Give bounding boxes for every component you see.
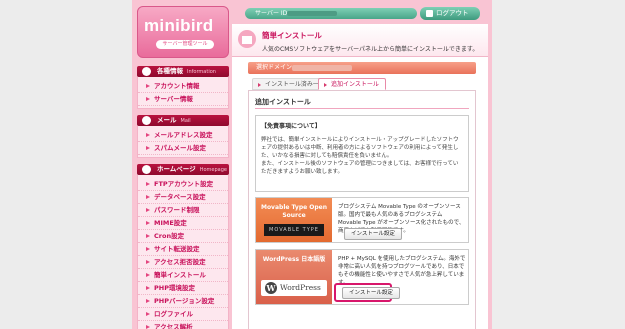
app-name: Movable Type Open Source — [260, 204, 328, 219]
wordpress-banner: WordPress 日本語版 W WordPress — [256, 250, 332, 304]
add-install-panel: 追加インストール 【免責事項について】 弊社では、簡単インストールによりインスト… — [248, 90, 476, 329]
sidebar-item-easy-install[interactable]: 簡単インストール — [138, 269, 228, 282]
app-name: WordPress 日本語版 — [262, 256, 326, 263]
disclaimer-text: 弊社では、簡単インストールによりインストール・アップグレードしたソフトウェアの提… — [261, 137, 459, 159]
app-wordpress: WordPress 日本語版 W WordPress PHP + MySQL を使… — [255, 249, 469, 305]
wordpress-logo: W WordPress — [261, 280, 327, 296]
sidebar-item-logfile[interactable]: ログファイル — [138, 308, 228, 321]
sidebar-item-cron[interactable]: Cron設定 — [138, 230, 228, 243]
logout-label: ログアウト — [436, 9, 469, 17]
sidebar-item-access-analysis[interactable]: アクセス解析 — [138, 321, 228, 329]
main-content: 簡単インストール 人気のCMSソフトウェアをサーバーパネル上から簡単にインストー… — [232, 24, 488, 329]
sidebar-item-mime[interactable]: MIME設定 — [138, 217, 228, 230]
logo-subtitle: サーバー管理ツール — [156, 40, 214, 49]
server-id-label: サーバー ID — [255, 10, 288, 17]
sidebar-item-redirect[interactable]: サイト転送設定 — [138, 243, 228, 256]
disclaimer-title: 【免責事項について】 — [261, 123, 321, 130]
app-movable-type: Movable Type Open Source MOVABLE TYPE ブロ… — [255, 197, 469, 243]
sidebar-item-server[interactable]: サーバー情報 — [138, 93, 228, 106]
sidebar-item-ftp[interactable]: FTPアカウント設定 — [138, 178, 228, 191]
sidebar-item-database[interactable]: データベース設定 — [138, 191, 228, 204]
logout-icon — [426, 10, 433, 17]
sidebar-item-php-env[interactable]: PHP環境設定 — [138, 282, 228, 295]
sidebar-item-account[interactable]: アカウント情報 — [138, 80, 228, 93]
page-description: 人気のCMSソフトウェアをサーバーパネル上から簡単にインストールできます。 — [262, 46, 479, 53]
panel-title: 追加インストール — [255, 98, 311, 106]
movable-type-banner: Movable Type Open Source MOVABLE TYPE — [256, 198, 332, 242]
mail-icon — [142, 116, 151, 125]
page-header: 簡単インストール 人気のCMSソフトウェアをサーバーパネル上から簡単にインストー… — [232, 24, 488, 57]
logo-text: minibird — [144, 16, 214, 35]
movable-type-logo: MOVABLE TYPE — [264, 224, 324, 236]
sidebar-item-password[interactable]: パスワード制限 — [138, 204, 228, 217]
sidebar-section-information: 各種情報 Information — [137, 66, 229, 77]
disclaimer-text-2: また、インストール後のソフトウェアの管理につきましては、お客様で行っていただきま… — [261, 161, 459, 175]
server-id-value-redacted — [287, 11, 337, 16]
page-title: 簡単インストール — [262, 31, 322, 40]
minibird-logo[interactable]: minibird サーバー管理ツール — [137, 6, 229, 58]
domain-value-redacted — [292, 65, 352, 71]
disclaimer-box: 【免責事項について】 弊社では、簡単インストールによりインストール・アップグレー… — [255, 115, 469, 192]
sidebar-section-mail: メール Mail — [137, 115, 229, 126]
install-settings-button-wordpress[interactable]: インストール設定 — [342, 287, 400, 299]
sidebar-item-spam[interactable]: スパムメール設定 — [138, 142, 228, 155]
sidebar-item-php-version[interactable]: PHPバージョン設定 — [138, 295, 228, 308]
sidebar-section-homepage: ホームページ Homepage — [137, 164, 229, 175]
sidebar-item-access-deny[interactable]: アクセス拒否設定 — [138, 256, 228, 269]
sidebar: 各種情報 Information アカウント情報 サーバー情報 メール Mail メ… — [137, 66, 229, 329]
tab-add-install[interactable]: 追加インストール — [318, 78, 386, 90]
server-id-bar: サーバー ID — [245, 8, 417, 19]
wordpress-w-icon: W — [265, 282, 277, 294]
install-icon — [238, 30, 256, 48]
domain-select-bar[interactable]: 選択ドメイン — [248, 62, 476, 74]
sidebar-item-mail-address[interactable]: メールアドレス設定 — [138, 129, 228, 142]
install-settings-button-movable-type[interactable]: インストール設定 — [344, 228, 402, 240]
domain-label: 選択ドメイン — [256, 64, 293, 71]
home-icon — [142, 165, 151, 174]
info-icon — [142, 67, 151, 76]
left-background — [0, 0, 132, 329]
divider — [255, 108, 469, 109]
logout-button[interactable]: ログアウト — [420, 7, 480, 20]
